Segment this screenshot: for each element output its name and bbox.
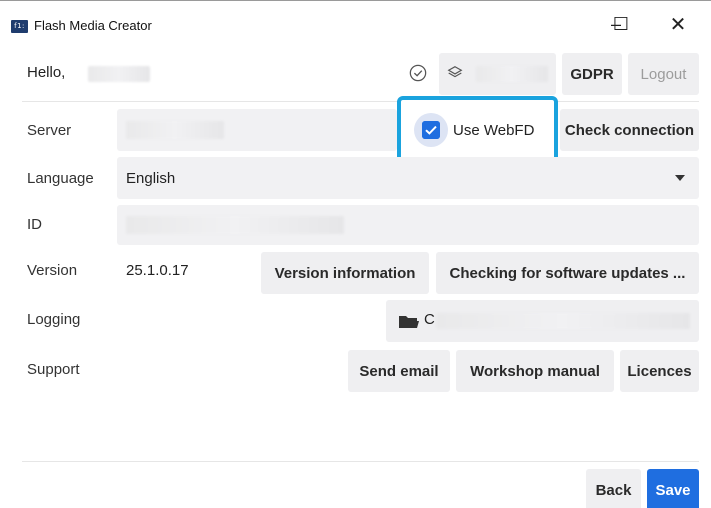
language-select[interactable] <box>117 157 699 199</box>
use-webfd-checkbox[interactable] <box>422 121 440 139</box>
logout-button[interactable]: Logout <box>628 53 699 95</box>
app-logo-icon: f1: <box>11 20 28 33</box>
version-value: 25.1.0.17 <box>126 262 189 279</box>
maximize-button[interactable]: ☐ <box>601 9 641 39</box>
workshop-manual-button[interactable]: Workshop manual <box>456 350 614 392</box>
support-label: Support <box>27 361 80 378</box>
greeting-text: Hello, <box>27 64 66 81</box>
status-check-icon <box>409 64 427 82</box>
gdpr-button[interactable]: GDPR <box>562 53 622 95</box>
id-value-redacted <box>126 216 344 234</box>
check-connection-button[interactable]: Check connection <box>560 109 699 151</box>
footer-divider <box>22 461 699 462</box>
back-button[interactable]: Back <box>586 469 641 508</box>
server-value-redacted <box>126 121 224 139</box>
logging-path-redacted <box>436 313 690 329</box>
licences-button[interactable]: Licences <box>620 350 699 392</box>
language-value: English <box>126 170 176 187</box>
logging-label: Logging <box>27 311 81 328</box>
user-name-redacted <box>88 66 150 82</box>
window-title: Flash Media Creator <box>34 18 152 33</box>
layers-icon <box>447 66 463 78</box>
caret-down-icon[interactable] <box>675 175 685 181</box>
version-label: Version <box>27 262 78 279</box>
id-label: ID <box>27 216 42 233</box>
software-updates-button[interactable]: Checking for software updates ... <box>436 252 699 294</box>
save-button[interactable]: Save <box>647 469 699 508</box>
header-divider <box>22 101 699 102</box>
environment-name-redacted <box>476 66 548 82</box>
logging-path-prefix: C <box>424 311 435 328</box>
folder-icon <box>399 316 419 328</box>
version-information-button[interactable]: Version information <box>261 252 429 294</box>
send-email-button[interactable]: Send email <box>348 350 450 392</box>
close-button[interactable]: ✕ <box>658 9 698 39</box>
server-label: Server <box>27 122 72 139</box>
use-webfd-label[interactable]: Use WebFD <box>453 122 534 139</box>
language-label: Language <box>27 170 94 187</box>
